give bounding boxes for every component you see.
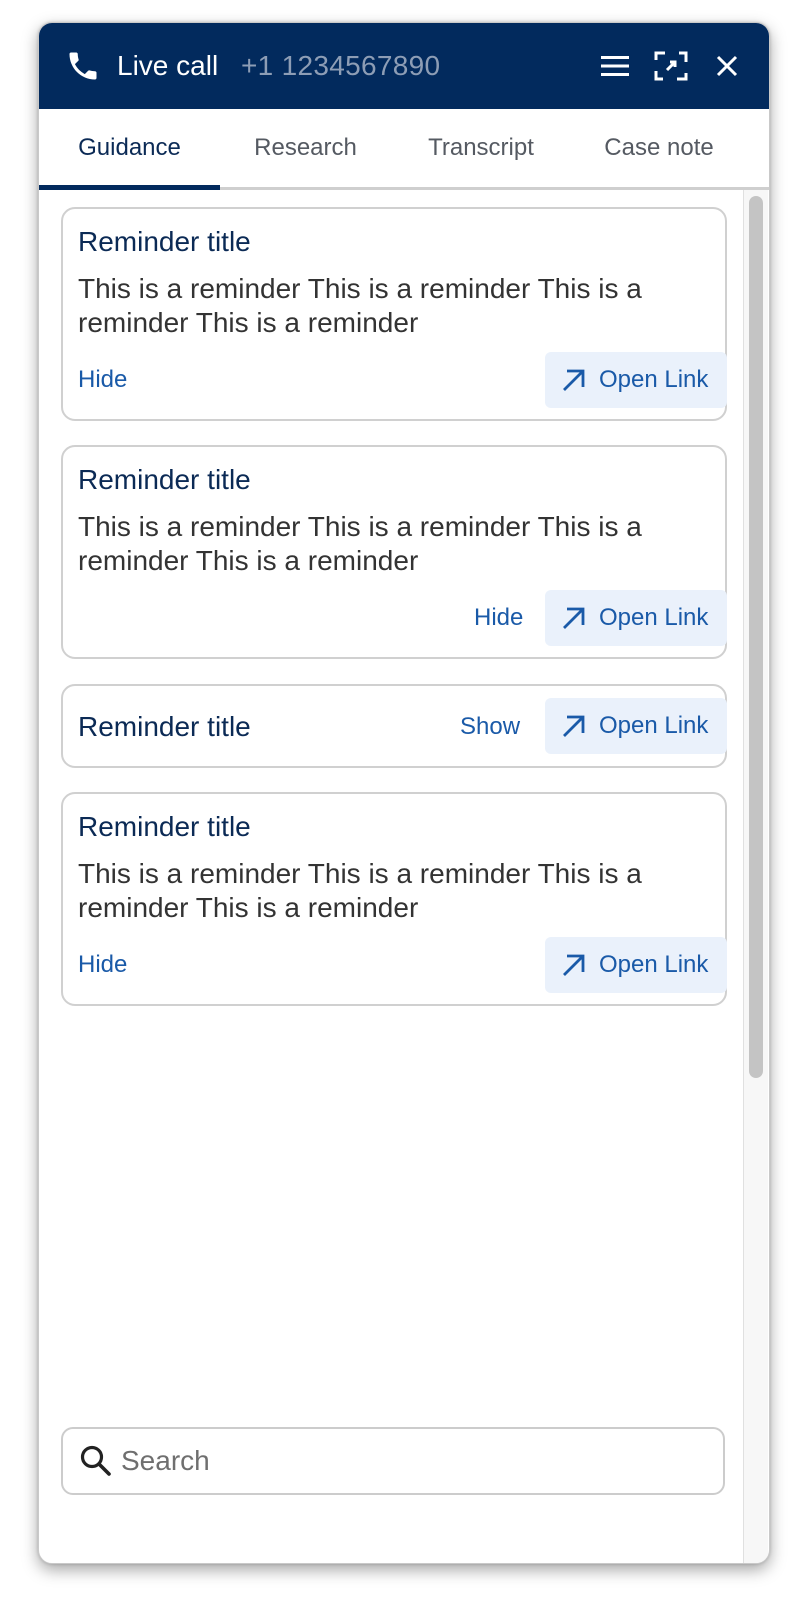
hide-button[interactable]: Hide — [474, 603, 523, 633]
arrow-up-right-icon — [563, 954, 585, 976]
tab-bar: Guidance Research Transcript Case note — [39, 109, 769, 190]
open-link-button[interactable]: Open Link — [545, 937, 727, 993]
active-tab-indicator — [39, 185, 220, 190]
close-icon[interactable] — [709, 48, 745, 84]
live-call-panel: Live call +1 1234567890 Guidance Researc… — [38, 22, 770, 1564]
hide-button[interactable]: Hide — [78, 950, 127, 980]
panel-title: Live call — [117, 50, 219, 81]
search-icon — [80, 1445, 111, 1476]
search-input[interactable] — [121, 1443, 711, 1479]
reminder-text: This is a reminder This is a reminder Th… — [78, 858, 642, 923]
reminder-card-collapsed: Reminder title Show Open Link — [61, 684, 727, 768]
hide-button[interactable]: Hide — [78, 365, 127, 395]
show-button[interactable]: Show — [460, 712, 520, 742]
tab-transcript[interactable]: Transcript — [391, 109, 571, 187]
reminder-card: Reminder title This is a reminder This i… — [61, 207, 727, 421]
reminder-card: Reminder title This is a reminder This i… — [61, 445, 727, 659]
reminder-title: Reminder title — [78, 711, 251, 742]
scrollbar-thumb[interactable] — [749, 196, 763, 1078]
scrollbar[interactable] — [743, 190, 768, 1563]
open-link-label: Open Link — [599, 366, 709, 393]
search-box[interactable] — [61, 1427, 725, 1495]
reminder-title: Reminder title — [78, 226, 251, 257]
arrow-up-right-icon — [563, 369, 585, 391]
open-link-label: Open Link — [599, 604, 709, 631]
phone-icon — [69, 52, 97, 80]
caller-phone-number: +1 1234567890 — [241, 50, 441, 81]
reminder-card: Reminder title This is a reminder This i… — [61, 792, 727, 1006]
open-link-label: Open Link — [599, 712, 709, 739]
open-link-button[interactable]: Open Link — [545, 352, 727, 408]
arrow-up-right-icon — [563, 715, 585, 737]
open-link-label: Open Link — [599, 951, 709, 978]
tab-case-note[interactable]: Case note — [571, 109, 747, 187]
open-link-button[interactable]: Open Link — [545, 590, 727, 646]
panel-header: Live call +1 1234567890 — [39, 23, 769, 109]
reminder-text: This is a reminder This is a reminder Th… — [78, 511, 642, 576]
open-link-button[interactable]: Open Link — [545, 698, 727, 754]
tab-research[interactable]: Research — [220, 109, 391, 187]
menu-icon[interactable] — [597, 48, 633, 84]
expand-icon[interactable] — [653, 48, 689, 84]
tab-guidance[interactable]: Guidance — [39, 109, 220, 187]
reminder-title: Reminder title — [78, 464, 251, 495]
reminder-text: This is a reminder This is a reminder Th… — [78, 273, 642, 338]
reminder-title: Reminder title — [78, 811, 251, 842]
arrow-up-right-icon — [563, 607, 585, 629]
